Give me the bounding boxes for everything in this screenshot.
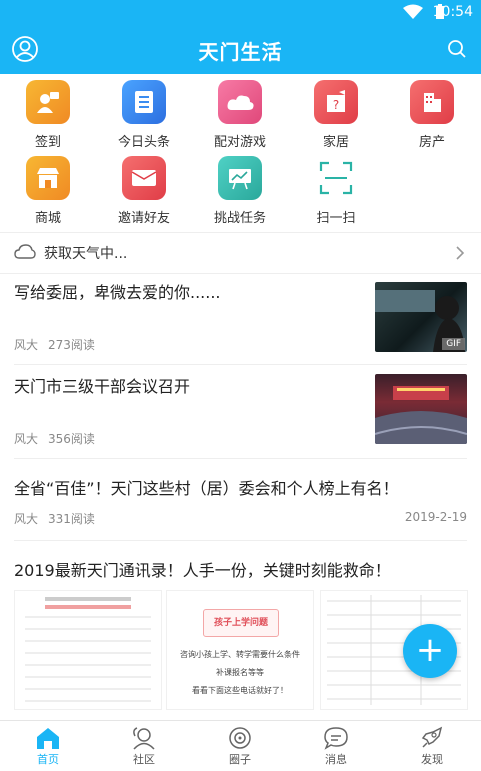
divider bbox=[14, 364, 467, 365]
article-item[interactable]: 天门市三级干部会议召开 风大 356阅读 bbox=[14, 374, 467, 448]
image-heading: 孩子上学问题 bbox=[203, 609, 279, 637]
grid-item-shop[interactable]: 商城 bbox=[0, 156, 96, 226]
tab-circle[interactable]: 圈子 bbox=[192, 725, 288, 767]
top-bar: 天门生活 bbox=[0, 24, 481, 74]
article-author: 风大 bbox=[14, 338, 39, 352]
home-icon: ? bbox=[314, 80, 358, 124]
invite-icon bbox=[122, 156, 166, 200]
circle-icon bbox=[192, 725, 288, 751]
tab-messages[interactable]: 消息 bbox=[288, 725, 384, 767]
grid-item-label: 房产 bbox=[418, 135, 445, 150]
article-image bbox=[14, 590, 162, 710]
article-reads: 356阅读 bbox=[48, 432, 95, 446]
grid-item-label: 配对游戏 bbox=[213, 135, 266, 150]
article-author: 风大 bbox=[14, 512, 39, 526]
article-image: 孩子上学问题 咨询小孩上学、转学需要什么条件 补课报名等等 看看下面这些电话就好… bbox=[166, 590, 314, 710]
grid-item-label: 商城 bbox=[34, 211, 61, 226]
article-item[interactable]: 写给委屈，卑微去爱的你...... 风大 273阅读 GIF bbox=[14, 282, 467, 354]
divider bbox=[14, 458, 467, 459]
grid-item-invite[interactable]: 邀请好友 bbox=[96, 156, 192, 226]
discover-icon bbox=[384, 725, 480, 751]
tab-label: 社区 bbox=[133, 753, 155, 766]
game-icon bbox=[218, 80, 262, 124]
article-meta: 风大 331阅读 2019-2-19 bbox=[14, 510, 467, 527]
tab-label: 发现 bbox=[421, 753, 443, 766]
image-caption: 看看下面这些电话就好了！ bbox=[192, 686, 288, 695]
image-caption: 补课报名等等 bbox=[216, 668, 264, 677]
image-caption: 咨询小孩上学、转学需要什么条件 bbox=[180, 650, 300, 659]
task-icon bbox=[218, 156, 262, 200]
community-icon bbox=[96, 725, 192, 751]
message-icon bbox=[288, 725, 384, 751]
shop-icon bbox=[26, 156, 70, 200]
article-meta: 风大 273阅读 bbox=[14, 336, 105, 353]
scan-icon bbox=[314, 156, 358, 200]
article-image-row: 孩子上学问题 咨询小孩上学、转学需要什么条件 补课报名等等 看看下面这些电话就好… bbox=[14, 590, 468, 710]
article-date: 2019-2-19 bbox=[404, 510, 467, 524]
tab-home[interactable]: 首页 bbox=[0, 725, 96, 767]
plus-icon: + bbox=[415, 630, 445, 670]
gif-badge: GIF bbox=[442, 338, 465, 350]
article-meta: 风大 356阅读 bbox=[14, 430, 105, 447]
grid-item-label: 签到 bbox=[34, 135, 61, 150]
grid-item-realestate[interactable]: 房产 bbox=[384, 80, 480, 150]
article-author: 风大 bbox=[14, 432, 39, 446]
article-item[interactable]: 2019最新天门通讯录！人手一份，关键时刻能救命！ bbox=[14, 560, 467, 590]
bottom-tab-bar: 首页 社区 圈子 消息 发现 bbox=[0, 720, 481, 771]
tab-label: 首页 bbox=[37, 753, 59, 766]
weather-text: 获取天气中... bbox=[44, 246, 128, 262]
divider bbox=[14, 540, 467, 541]
grid-item-scan[interactable]: 扫一扫 bbox=[288, 156, 384, 226]
tab-label: 消息 bbox=[325, 753, 347, 766]
grid-item-checkin[interactable]: 签到 bbox=[0, 80, 96, 150]
svg-text:?: ? bbox=[333, 98, 339, 112]
app-title: 天门生活 bbox=[198, 40, 283, 64]
grid-item-headlines[interactable]: 今日头条 bbox=[96, 80, 192, 150]
article-title: 全省“百佳”！天门这些村（居）委会和个人榜上有名！ bbox=[14, 479, 399, 498]
chevron-right-icon bbox=[455, 245, 465, 264]
grid-item-label: 今日头条 bbox=[117, 135, 170, 150]
grid-item-label: 挑战任务 bbox=[213, 211, 266, 226]
building-icon bbox=[410, 80, 454, 124]
add-post-button[interactable]: + bbox=[403, 624, 457, 678]
grid-item-home[interactable]: ? 家居 bbox=[288, 80, 384, 150]
article-reads: 331阅读 bbox=[48, 512, 95, 526]
tab-community[interactable]: 社区 bbox=[96, 725, 192, 767]
article-thumbnail: GIF bbox=[375, 282, 467, 352]
tab-label: 圈子 bbox=[229, 753, 251, 766]
checkin-icon bbox=[26, 80, 70, 124]
search-icon[interactable] bbox=[447, 39, 467, 59]
grid-item-label: 扫一扫 bbox=[316, 211, 356, 226]
article-item[interactable]: 全省“百佳”！天门这些村（居）委会和个人榜上有名！ 风大 331阅读 2019-2… bbox=[14, 478, 467, 528]
article-thumbnail bbox=[375, 374, 467, 444]
tab-discover[interactable]: 发现 bbox=[384, 725, 480, 767]
cloud-icon bbox=[14, 244, 36, 264]
grid-item-game[interactable]: 配对游戏 bbox=[192, 80, 288, 150]
wifi-icon bbox=[403, 4, 423, 24]
clock: 10:54 bbox=[432, 4, 473, 20]
article-title: 2019最新天门通讯录！人手一份，关键时刻能救命！ bbox=[14, 561, 391, 580]
home-tab-icon bbox=[0, 725, 96, 751]
headlines-icon bbox=[122, 80, 166, 124]
grid-item-label: 邀请好友 bbox=[117, 211, 170, 226]
article-reads: 273阅读 bbox=[48, 338, 95, 352]
status-bar: 10:54 bbox=[0, 0, 481, 24]
grid-item-label: 家居 bbox=[322, 135, 349, 150]
weather-bar[interactable]: 获取天气中... bbox=[0, 232, 481, 274]
grid-item-task[interactable]: 挑战任务 bbox=[192, 156, 288, 226]
